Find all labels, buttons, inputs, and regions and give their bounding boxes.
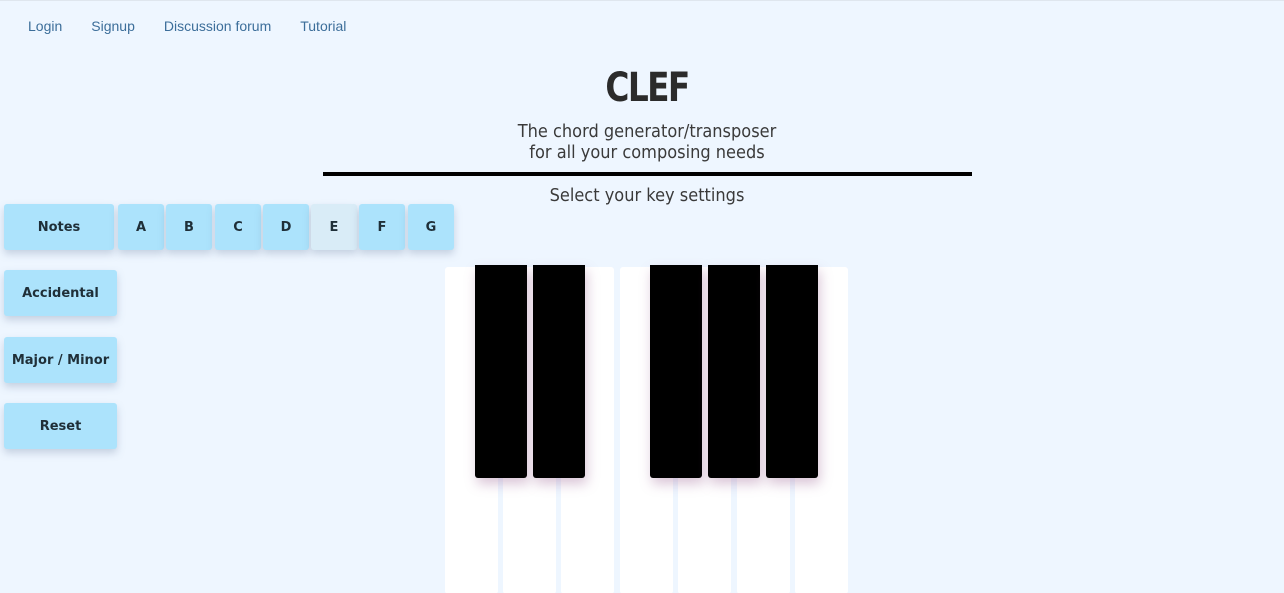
notes-button[interactable]: Notes <box>4 204 114 250</box>
piano-black-key[interactable] <box>708 265 760 478</box>
page: Login Signup Discussion forum Tutorial C… <box>0 0 1284 593</box>
piano-black-key[interactable] <box>533 265 585 478</box>
piano-black-key[interactable] <box>766 265 818 478</box>
piano-keyboard <box>445 265 849 593</box>
note-button-b[interactable]: B <box>166 204 212 250</box>
note-button-g[interactable]: G <box>408 204 454 250</box>
discussion-forum-link[interactable]: Discussion forum <box>164 18 271 34</box>
tagline-line-2: for all your composing needs <box>529 142 765 163</box>
login-link[interactable]: Login <box>28 18 62 34</box>
header-divider <box>323 172 972 176</box>
piano-black-key[interactable] <box>475 265 527 478</box>
tagline-line-1: The chord generator/transposer <box>517 121 777 142</box>
major-minor-button[interactable]: Major / Minor <box>4 337 117 383</box>
piano-black-key[interactable] <box>650 265 702 478</box>
reset-button[interactable]: Reset <box>4 403 117 449</box>
page-title: CLEF <box>605 65 690 111</box>
note-button-d[interactable]: D <box>263 204 309 250</box>
note-button-f[interactable]: F <box>359 204 405 250</box>
note-button-e[interactable]: E <box>311 204 357 250</box>
note-button-a[interactable]: A <box>118 204 164 250</box>
accidental-button[interactable]: Accidental <box>4 270 117 316</box>
tagline: The chord generator/transposer for all y… <box>65 121 1230 163</box>
top-nav: Login Signup Discussion forum Tutorial <box>28 18 375 34</box>
select-key-settings-label: Select your key settings <box>549 185 745 206</box>
tutorial-link[interactable]: Tutorial <box>300 18 346 34</box>
note-button-c[interactable]: C <box>215 204 261 250</box>
signup-link[interactable]: Signup <box>91 18 135 34</box>
